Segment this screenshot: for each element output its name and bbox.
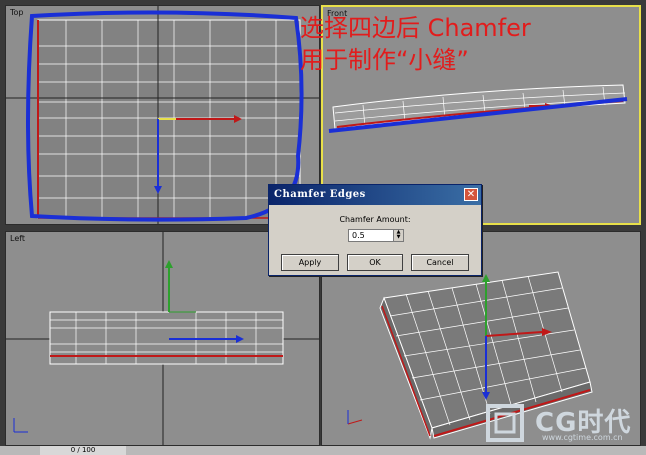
spinner-arrows-icon[interactable]: ▲ ▼ [393,230,403,241]
chamfer-amount-label: Chamfer Amount: [339,215,411,224]
frame-counter: 0 / 100 [40,446,126,455]
chamfer-amount-value: 0.5 [352,231,365,240]
ok-button[interactable]: OK [347,254,403,271]
chamfer-edges-dialog: Chamfer Edges ✕ Chamfer Amount: 0.5 ▲ ▼ A… [268,184,482,276]
cgtime-logo: CG时代 www.cgtime.com.cn [480,400,646,446]
cancel-button[interactable]: Cancel [411,254,469,271]
time-slider[interactable]: 0 / 100 [0,446,646,455]
logo-mark-icon [486,404,524,442]
logo-url: www.cgtime.com.cn [542,433,623,442]
dialog-title: Chamfer Edges [269,185,481,205]
annotation-line-1: 选择四边后 Chamfer [300,14,531,42]
chamfer-amount-input[interactable]: 0.5 ▲ ▼ [348,229,404,242]
close-icon[interactable]: ✕ [464,188,478,201]
annotation-line-2: 用于制作“小缝” [300,46,469,74]
apply-button[interactable]: Apply [281,254,339,271]
